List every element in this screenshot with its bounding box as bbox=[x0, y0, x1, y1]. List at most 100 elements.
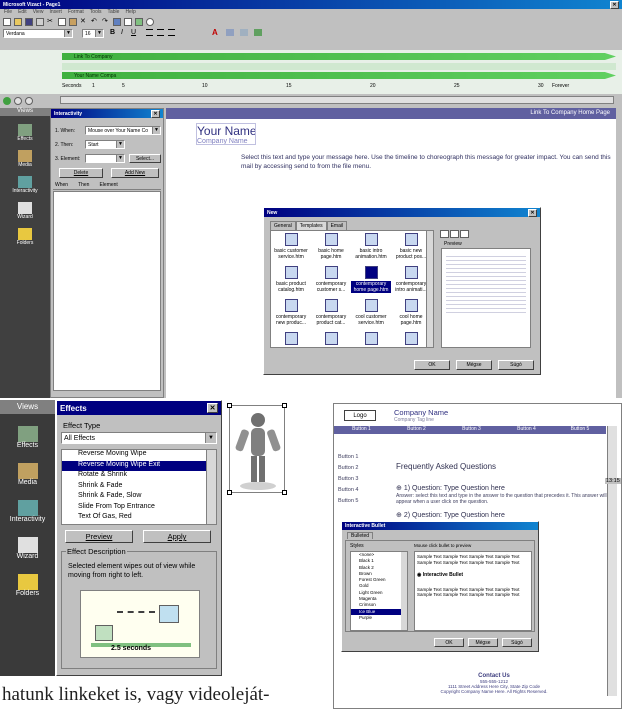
faq-heading[interactable]: Frequently Asked Questions bbox=[396, 462, 496, 471]
template-item[interactable]: basic customer service.htm bbox=[271, 233, 311, 260]
tab-email[interactable]: Email bbox=[326, 221, 348, 230]
tab-general[interactable]: General bbox=[270, 221, 296, 230]
select-button[interactable]: Select... bbox=[129, 154, 161, 163]
close-icon[interactable]: ✕ bbox=[207, 403, 218, 413]
menu-file[interactable]: File bbox=[4, 9, 12, 17]
menu-table[interactable]: Table bbox=[107, 9, 119, 17]
delete-icon[interactable]: ✕ bbox=[80, 18, 88, 26]
close-icon[interactable]: ✕ bbox=[528, 208, 537, 217]
details-icon[interactable] bbox=[460, 230, 469, 238]
arrow-icon[interactable] bbox=[254, 29, 262, 36]
template-item[interactable]: contemporary customer s... bbox=[311, 266, 351, 293]
cancel-button[interactable]: Mégse bbox=[468, 638, 498, 647]
delete-button[interactable]: Delete bbox=[59, 168, 103, 178]
close-icon[interactable]: ✕ bbox=[610, 0, 619, 9]
link-icon[interactable] bbox=[113, 18, 121, 26]
view-folders[interactable]: Folders bbox=[0, 574, 55, 597]
size-select[interactable]: 16 ▼ bbox=[82, 29, 104, 38]
rules-list[interactable] bbox=[53, 191, 161, 391]
selected-figure[interactable] bbox=[227, 403, 287, 495]
timeline-track-2[interactable] bbox=[62, 63, 616, 70]
effect-item[interactable]: Reverse Moving Wipe bbox=[62, 450, 216, 461]
effect-item[interactable]: Shrink & Fade bbox=[62, 482, 216, 493]
bullet-sample[interactable]: ◉ Interactive Bullet bbox=[417, 572, 529, 579]
table-icon[interactable] bbox=[124, 18, 132, 26]
pause-icon[interactable] bbox=[14, 96, 22, 105]
faq-q1[interactable]: ⊕ 1) Question: Type Question here bbox=[396, 484, 505, 492]
copy-icon[interactable] bbox=[58, 18, 66, 26]
template-item[interactable] bbox=[351, 332, 391, 347]
nav-button-5[interactable]: Button 5 bbox=[554, 426, 606, 434]
view-effects[interactable]: Effects bbox=[0, 426, 55, 449]
align-right-icon[interactable] bbox=[168, 29, 175, 36]
then-select[interactable]: Start ▼ bbox=[85, 140, 125, 149]
menu-edit[interactable]: Edit bbox=[18, 9, 27, 17]
template-item[interactable]: contemporary new produc... bbox=[271, 299, 311, 326]
menu-view[interactable]: View bbox=[33, 9, 44, 17]
side-button-5[interactable]: Button 5 bbox=[338, 496, 359, 507]
save-icon[interactable] bbox=[25, 18, 33, 26]
faq-answer[interactable]: Answer: select this text and type in the… bbox=[396, 493, 608, 505]
effect-item[interactable]: Shrink & Fade, Slow bbox=[62, 492, 216, 503]
bold-button[interactable]: B bbox=[110, 29, 115, 36]
redo-icon[interactable]: ↷ bbox=[102, 18, 110, 26]
close-icon[interactable]: ✕ bbox=[151, 109, 160, 118]
resize-handle[interactable] bbox=[282, 490, 287, 495]
image-icon[interactable] bbox=[135, 18, 143, 26]
italic-button[interactable]: I bbox=[121, 29, 123, 36]
template-item[interactable] bbox=[271, 332, 311, 347]
faq-scrollbar[interactable] bbox=[607, 426, 617, 696]
side-button-1[interactable]: Button 1 bbox=[338, 452, 359, 463]
header-link[interactable]: Link To Company Home Page bbox=[530, 110, 610, 116]
effect-list-scrollbar[interactable] bbox=[206, 450, 216, 524]
faq-tagline[interactable]: Company Tag line bbox=[394, 417, 434, 423]
effect-item[interactable]: Slide From Top Entrance bbox=[62, 503, 216, 514]
template-scrollbar[interactable] bbox=[426, 231, 433, 347]
align-center-icon[interactable] bbox=[157, 29, 164, 36]
cut-icon[interactable]: ✂ bbox=[47, 18, 55, 26]
template-item[interactable]: basic new product pos... bbox=[391, 233, 431, 260]
tab-templates[interactable]: Templates bbox=[295, 221, 327, 230]
template-item[interactable]: cool home page.htm bbox=[391, 299, 431, 326]
undo-icon[interactable]: ↶ bbox=[91, 18, 99, 26]
view-wizard[interactable]: Wizard bbox=[0, 202, 50, 220]
underline-button[interactable]: U bbox=[131, 29, 136, 36]
horizontal-scrollbar[interactable] bbox=[60, 96, 614, 104]
template-item[interactable]: basic product catalog.htm bbox=[271, 266, 311, 293]
font-color-icon[interactable]: A bbox=[212, 28, 218, 37]
effect-item[interactable]: Text Of Gas, Red bbox=[62, 513, 216, 524]
faq-q2[interactable]: ⊕ 2) Question: Type Question here bbox=[396, 511, 505, 519]
play-icon[interactable] bbox=[3, 96, 11, 105]
view-wizard[interactable]: Wizard bbox=[0, 537, 55, 560]
font-select[interactable]: Verdana ▼ bbox=[3, 29, 73, 38]
element-select[interactable]: ▼ bbox=[85, 154, 125, 163]
side-button-2[interactable]: Button 2 bbox=[338, 463, 359, 474]
template-item[interactable] bbox=[311, 332, 351, 347]
help-button[interactable]: Súgó bbox=[498, 360, 534, 370]
timeline-track-3[interactable]: Your Name Compa bbox=[62, 72, 616, 79]
new-icon[interactable] bbox=[3, 18, 11, 26]
stop-icon[interactable] bbox=[25, 96, 33, 105]
effect-item-selected[interactable]: Reverse Moving Wipe Exit bbox=[62, 460, 216, 471]
nav-button-2[interactable]: Button 2 bbox=[389, 426, 444, 434]
nav-button-1[interactable]: Button 1 bbox=[334, 426, 389, 434]
align-left-icon[interactable] bbox=[146, 29, 153, 36]
effect-type-select[interactable]: All Effects ▼ bbox=[61, 432, 217, 444]
style-item[interactable]: Purple bbox=[351, 615, 407, 621]
template-item[interactable]: contemporary intro animati... bbox=[391, 266, 431, 293]
menu-help[interactable]: Help bbox=[125, 9, 135, 17]
print-icon[interactable] bbox=[36, 18, 44, 26]
when-select[interactable]: Mouse over Your Name Co ▼ bbox=[85, 126, 161, 135]
view-interactivity[interactable]: Interactivity bbox=[0, 500, 55, 523]
add-new-button[interactable]: Add New bbox=[111, 168, 159, 178]
cancel-button[interactable]: Mégse bbox=[456, 360, 492, 370]
template-item-selected[interactable]: contemporary home page.htm bbox=[351, 266, 391, 293]
menu-format[interactable]: Format bbox=[68, 9, 84, 17]
view-folders[interactable]: Folders bbox=[0, 228, 50, 246]
template-item[interactable]: basic home page.htm bbox=[311, 233, 351, 260]
side-button-3[interactable]: Button 3 bbox=[338, 474, 359, 485]
template-item[interactable] bbox=[391, 332, 431, 347]
styles-scrollbar[interactable] bbox=[401, 552, 407, 630]
nav-button-4[interactable]: Button 4 bbox=[499, 426, 554, 434]
page-message[interactable]: Select this text and type your message h… bbox=[241, 153, 611, 171]
